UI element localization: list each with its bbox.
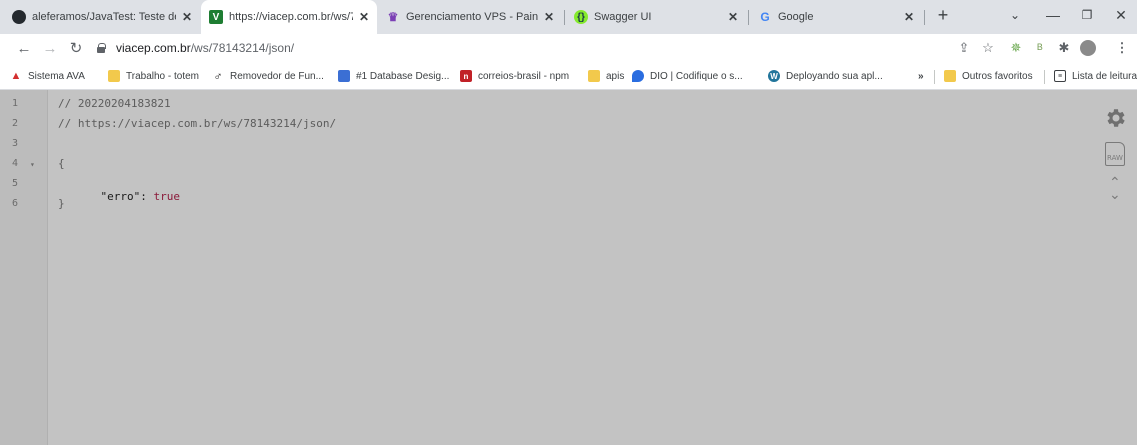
bookmark-item[interactable]: ▲ Sistema AVA [10,69,85,83]
json-colon: : [140,190,154,203]
json-value: true [153,190,181,203]
extension-gear-icon[interactable]: ✵ [1008,40,1024,56]
github-icon [12,10,26,24]
close-icon[interactable]: ✕ [544,10,554,24]
crown-icon: ♛ [387,10,399,24]
bookmark-item[interactable]: DIO | Codifique o s... [632,69,743,83]
bookmark-label: Trabalho - totem [126,70,199,82]
line-number: 5 [12,178,19,189]
json-key: "erro" [100,190,141,203]
open-brace: { [58,157,65,170]
swagger-icon: {} [574,10,588,24]
folder-icon [588,70,600,82]
viacep-icon: V [209,10,223,24]
tab-viacep[interactable]: V https://viacep.com.br/ws/781 ✕ [201,0,377,34]
comment-line: // 20220204183821 [58,97,171,110]
line-number: 3 [12,138,19,149]
bookmarks-bar: ▲ Sistema AVA Trabalho - totem ♂ Removed… [0,62,1137,90]
back-button[interactable]: ← [14,38,34,58]
raw-label: RAW [1107,154,1123,162]
folder-icon [944,70,956,82]
bookmark-label: DIO | Codifique o s... [650,70,743,82]
forward-button[interactable]: → [40,38,60,58]
bookmark-label: correios-brasil - npm [478,70,570,82]
tab-swagger[interactable]: {} Swagger UI ✕ [566,0,746,34]
close-icon[interactable]: ✕ [359,10,369,24]
puzzle-icon[interactable]: ✱ [1056,40,1072,56]
bookmarks-separator [934,70,935,84]
json-property: "erro": true [74,177,181,216]
bookmarks-separator [1044,70,1045,84]
bookmark-label: #1 Database Desig... [356,70,450,82]
close-icon[interactable]: ✕ [182,10,192,24]
extension-icon[interactable]: ᴮ [1032,40,1048,56]
dio-icon [632,70,644,82]
bookmark-item[interactable]: ♂ Removedor de Fun... [212,69,324,83]
scroll-down-icon[interactable]: ⌄ [1109,186,1121,203]
bookmark-item[interactable]: #1 Database Desig... [338,69,449,83]
close-brace: } [58,197,65,210]
line-number: 1 [12,98,19,109]
new-tab-button[interactable]: + [928,0,958,30]
reload-button[interactable]: ↻ [66,38,86,58]
tab-separator [564,10,565,25]
window-close-button[interactable]: ✕ [1106,0,1136,30]
tab-title: Google [778,11,814,23]
line-gutter: 1 2 3 4 ▾ 5 6 [0,90,48,445]
bookmark-item[interactable]: Trabalho - totem [108,69,199,83]
npm-icon: n [460,70,472,82]
comment-line: // https://viacep.com.br/ws/78143214/jso… [58,117,337,130]
wordpress-icon: W [768,70,780,82]
tab-separator [748,10,749,25]
avatar[interactable] [1080,40,1096,56]
google-icon: G [760,10,770,24]
url-path: /ws/78143214/json/ [190,41,295,55]
tab-strip: aleferamos/JavaTest: Teste de ✕ V https:… [0,0,1137,34]
tab-title: https://viacep.com.br/ws/781 [229,11,353,23]
line-number: 2 [12,118,19,129]
tab-search-icon[interactable]: ⌄ [1000,0,1030,30]
line-number: 6 [12,198,19,209]
bookmarks-overflow-button[interactable]: » [918,69,924,83]
database-icon [338,70,350,82]
tab-title: aleferamos/JavaTest: Teste de [32,11,176,23]
tab-github[interactable]: aleferamos/JavaTest: Teste de ✕ [4,0,200,34]
bookmark-star-icon[interactable]: ☆ [980,40,996,56]
bookmark-label: Deployando sua apl... [786,70,883,82]
tab-separator [924,10,925,25]
close-icon[interactable]: ✕ [728,10,738,24]
lock-icon[interactable] [96,43,106,53]
raw-toggle-button[interactable]: RAW [1105,142,1125,166]
folder-icon [108,70,120,82]
bookmark-item[interactable]: apis [588,69,624,83]
bookmark-item[interactable]: ≡ Lista de leitura [1054,69,1137,83]
address-bar[interactable]: viacep.com.br/ws/78143214/json/ [96,36,946,60]
tab-title: Swagger UI [594,11,652,23]
ava-icon: ▲ [10,70,22,82]
bookmark-item[interactable]: W Deployando sua apl... [768,69,883,83]
bookmark-item[interactable]: Outros favoritos [944,69,1033,83]
minimize-button[interactable]: — [1038,0,1068,30]
bookmark-label: Sistema AVA [28,70,85,82]
settings-gear-icon[interactable] [1103,106,1127,130]
fold-arrow-icon[interactable]: ▾ [30,160,35,169]
share-icon[interactable]: ⇪ [956,40,972,56]
removebg-icon: ♂ [213,69,223,83]
bookmark-label: Outros favoritos [962,70,1033,82]
tab-title: Gerenciamento VPS - Painel de [406,11,538,23]
reading-list-icon: ≡ [1054,70,1066,82]
bookmark-label: apis [606,70,625,82]
bookmark-label: Removedor de Fun... [230,70,324,82]
restore-button[interactable]: ❐ [1072,0,1102,30]
bookmark-item[interactable]: n correios-brasil - npm [460,69,569,83]
toolbar: ← → ↻ viacep.com.br/ws/78143214/json/ ⇪ … [0,34,1137,62]
json-viewer: 1 2 3 4 ▾ 5 6 // 20220204183821 // https… [0,90,1137,445]
line-number: 4 [12,158,19,169]
close-icon[interactable]: ✕ [904,10,914,24]
menu-icon[interactable]: ⋮ [1114,40,1130,56]
tab-vps[interactable]: ♛ Gerenciamento VPS - Painel de ✕ [378,0,562,34]
url-host: viacep.com.br [116,41,191,55]
bookmark-label: Lista de leitura [1072,70,1137,82]
tab-google[interactable]: G Google ✕ [750,0,922,34]
